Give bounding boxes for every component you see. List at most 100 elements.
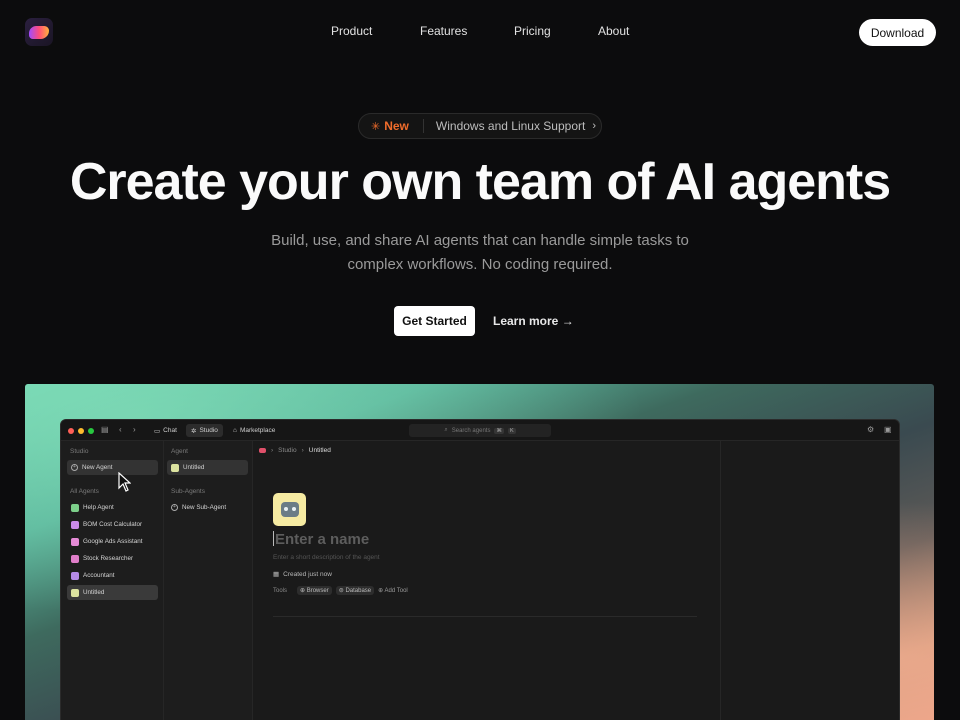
plus-icon: + bbox=[71, 464, 78, 471]
new-agent-label: New Agent bbox=[82, 464, 113, 471]
robot-icon bbox=[280, 502, 299, 517]
agent-icon bbox=[71, 571, 79, 580]
settings-icon[interactable]: ⚙ bbox=[867, 425, 874, 434]
new-subagent-label: New Sub-Agent bbox=[182, 504, 227, 511]
studio-icon: ✲ bbox=[191, 427, 197, 435]
agent-icon bbox=[71, 554, 79, 563]
agent-item-stock-researcher[interactable]: Stock Researcher bbox=[67, 551, 158, 566]
agent-icon bbox=[171, 463, 179, 472]
agent-item-help-agent[interactable]: Help Agent bbox=[67, 500, 158, 515]
text-caret bbox=[273, 531, 274, 546]
sparkle-icon: ✳ bbox=[371, 120, 381, 133]
agent-item-current[interactable]: Untitled bbox=[167, 460, 248, 475]
tab-label: Chat bbox=[163, 427, 177, 434]
section-title: Sub-Agents bbox=[171, 488, 205, 495]
agent-item-accountant[interactable]: Accountant bbox=[67, 568, 158, 583]
agent-item-untitled[interactable]: Untitled bbox=[67, 585, 158, 600]
tool-chip-database[interactable]: ⊜ Database bbox=[335, 586, 375, 595]
tool-label: Browser bbox=[306, 588, 329, 594]
hero-title: Create your own team of AI agents bbox=[69, 153, 891, 211]
agent-column: Agent Untitled Sub-Agents + New Sub-Agen… bbox=[164, 441, 253, 720]
shortcut-key: ⌘ bbox=[494, 427, 504, 434]
announcement-pill[interactable]: ✳ New Windows and Linux Support › bbox=[358, 113, 602, 139]
chevron-right-icon: › bbox=[301, 447, 304, 454]
agent-label: BOM Cost Calculator bbox=[83, 521, 143, 528]
announcement-text: Windows and Linux Support bbox=[435, 119, 586, 133]
add-tool-button[interactable]: ⊕ Add Tool bbox=[378, 587, 408, 594]
breadcrumb-item[interactable]: Studio bbox=[278, 447, 296, 454]
add-tool-label: Add Tool bbox=[384, 588, 408, 594]
nav-link-features[interactable]: Features bbox=[420, 24, 467, 38]
agent-icon bbox=[71, 588, 79, 597]
section-title: Agent bbox=[171, 448, 188, 455]
panel-toggle-icon[interactable]: ▣ bbox=[884, 425, 892, 434]
agent-editor: › Studio › Untitled Enter a name Enter a… bbox=[253, 441, 720, 720]
agent-label: Help Agent bbox=[83, 504, 114, 511]
studio-sidebar: Studio + New Agent All Agents Help Agent… bbox=[61, 441, 164, 720]
nav-link-pricing[interactable]: Pricing bbox=[514, 24, 551, 38]
get-started-button[interactable]: Get Started bbox=[394, 306, 475, 336]
section-title: Studio bbox=[70, 448, 89, 455]
forward-icon[interactable]: › bbox=[133, 425, 136, 434]
marketplace-icon: ⌂ bbox=[233, 427, 237, 434]
divider bbox=[422, 119, 424, 133]
nav-link-product[interactable]: Product bbox=[331, 24, 372, 38]
agent-icon bbox=[71, 537, 79, 546]
search-placeholder: Search agents bbox=[451, 427, 491, 434]
logo-mark-icon bbox=[29, 25, 49, 39]
tools-label: Tools bbox=[273, 587, 288, 594]
agent-label: Stock Researcher bbox=[83, 555, 134, 562]
new-subagent-button[interactable]: + New Sub-Agent bbox=[167, 500, 248, 515]
back-icon[interactable]: ‹ bbox=[119, 425, 122, 434]
chevron-right-icon: › bbox=[271, 447, 274, 454]
tab-marketplace[interactable]: ⌂ Marketplace bbox=[228, 424, 280, 437]
hero-subtitle-line: Build, use, and share AI agents that can… bbox=[271, 232, 689, 249]
close-window-button[interactable] bbox=[68, 428, 74, 434]
agent-icon bbox=[71, 520, 79, 529]
chat-icon: ▭ bbox=[154, 427, 161, 435]
name-placeholder: Enter a name bbox=[275, 531, 370, 548]
agent-item-google-ads-assistant[interactable]: Google Ads Assistant bbox=[67, 534, 158, 549]
agent-label: Google Ads Assistant bbox=[83, 538, 143, 545]
title-bar: ▤ ‹ › ▭ Chat ✲ Studio ⌂ Marketplace ⌕ Searc… bbox=[61, 420, 899, 441]
agent-label: Untitled bbox=[83, 589, 105, 596]
new-agent-button[interactable]: + New Agent bbox=[67, 460, 158, 475]
nav-link-about[interactable]: About bbox=[598, 24, 629, 38]
agent-label: Accountant bbox=[83, 572, 115, 579]
breadcrumb-current: Untitled bbox=[308, 447, 331, 454]
app-window: ▤ ‹ › ▭ Chat ✲ Studio ⌂ Marketplace ⌕ Searc… bbox=[60, 419, 900, 720]
logo[interactable] bbox=[25, 18, 53, 46]
breadcrumb: › Studio › Untitled bbox=[259, 447, 331, 454]
tab-studio[interactable]: ✲ Studio bbox=[186, 424, 223, 437]
search-input[interactable]: ⌕ Search agents ⌘ K bbox=[409, 424, 551, 437]
created-meta: ▦ Created just now bbox=[273, 570, 332, 579]
right-panel bbox=[720, 441, 899, 720]
agent-label: Untitled bbox=[183, 464, 205, 471]
shortcut-key: K bbox=[507, 427, 516, 434]
calendar-icon: ▦ bbox=[273, 571, 280, 578]
tab-label: Studio bbox=[199, 427, 218, 434]
agent-icon bbox=[71, 503, 79, 512]
agent-avatar[interactable] bbox=[273, 493, 306, 526]
agent-item-bom-cost-calculator[interactable]: BOM Cost Calculator bbox=[67, 517, 158, 532]
tools-row: Tools ⊕ Browser ⊜ Database ⊕ Add Tool bbox=[273, 586, 408, 595]
agent-description-input[interactable]: Enter a short description of the agent bbox=[273, 554, 380, 561]
tab-chat[interactable]: ▭ Chat bbox=[149, 424, 182, 437]
hero-subtitle-line: complex workflows. No coding required. bbox=[347, 256, 613, 273]
mouse-cursor-icon bbox=[118, 472, 131, 492]
maximize-window-button[interactable] bbox=[88, 428, 94, 434]
sidebar-toggle-icon[interactable]: ▤ bbox=[101, 425, 109, 434]
download-button[interactable]: Download bbox=[859, 19, 936, 46]
tool-chip-browser[interactable]: ⊕ Browser bbox=[297, 586, 332, 595]
chevron-right-icon: › bbox=[592, 120, 596, 132]
section-title: All Agents bbox=[70, 488, 99, 495]
learn-more-link[interactable]: Learn more → bbox=[493, 314, 574, 328]
tool-label: Database bbox=[345, 588, 372, 594]
divider bbox=[273, 616, 697, 617]
created-text: Created just now bbox=[283, 570, 332, 578]
new-badge: New bbox=[384, 119, 409, 133]
agent-name-input[interactable]: Enter a name bbox=[273, 531, 369, 548]
app-logo-icon bbox=[259, 448, 266, 453]
minimize-window-button[interactable] bbox=[78, 428, 84, 434]
plus-icon: + bbox=[171, 504, 178, 511]
